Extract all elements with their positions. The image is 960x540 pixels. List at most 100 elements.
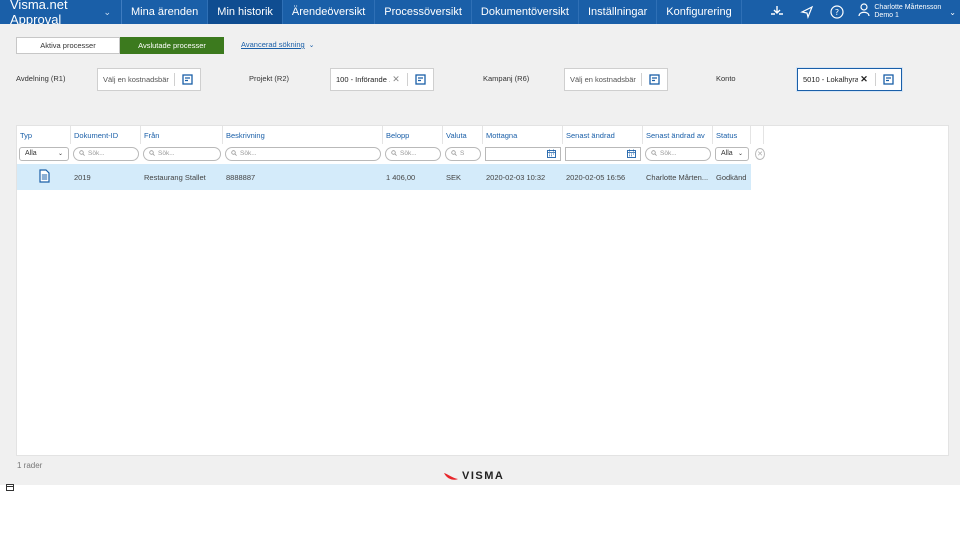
nav-processoversikt[interactable]: Processöversikt <box>375 0 472 24</box>
column-header-fran[interactable]: Från <box>141 126 223 144</box>
nav-min-historik[interactable]: Min historik <box>208 0 283 24</box>
clear-icon[interactable]: ✕ <box>390 74 402 85</box>
results-grid: Typ Dokument-ID Från Beskrivning Belopp … <box>16 125 949 456</box>
kampanj-label: Kampanj (R6) <box>483 74 530 83</box>
chevron-down-icon: ⌄ <box>949 7 956 17</box>
user-company: Demo 1 <box>874 12 899 19</box>
calendar-icon[interactable] <box>627 145 636 163</box>
calendar-icon[interactable] <box>547 145 556 163</box>
page-footer <box>0 485 960 540</box>
column-header-actions <box>751 126 764 144</box>
status-filter-select[interactable]: Alla ⌄ <box>715 146 749 161</box>
grid-header: Typ Dokument-ID Från Beskrivning Belopp … <box>17 126 764 144</box>
column-header-belopp[interactable]: Belopp <box>383 126 443 144</box>
completed-processes-button[interactable]: Avslutade processer <box>120 37 224 54</box>
picker-icon[interactable] <box>881 73 895 87</box>
picker-icon[interactable] <box>647 73 661 87</box>
mottagna-date-filter[interactable] <box>485 145 561 163</box>
fran-filter[interactable]: Sök... <box>143 146 221 161</box>
search-icon <box>451 149 457 158</box>
search-icon <box>149 149 155 158</box>
clear-filters-icon[interactable]: ✕ <box>755 147 765 160</box>
chevron-down-icon: ⌄ <box>103 6 111 17</box>
row-count: 1 rader <box>17 461 43 470</box>
row-belopp: 1 406,00 <box>386 172 416 182</box>
row-valuta: SEK <box>446 172 462 182</box>
dokument-id-filter[interactable]: Sök... <box>73 146 139 161</box>
clear-icon[interactable]: ✕ <box>858 74 870 85</box>
user-icon <box>858 2 870 22</box>
app-title: Visma.net Approval <box>10 0 68 27</box>
chevron-down-icon: ⌄ <box>57 151 63 157</box>
nav-dokumentoversikt[interactable]: Dokumentöversikt <box>472 0 579 24</box>
picker-icon[interactable] <box>180 73 194 87</box>
content-area: Aktiva processer Avslutade processer Ava… <box>0 24 960 485</box>
active-processes-button[interactable]: Aktiva processer <box>16 37 120 54</box>
advanced-search-link[interactable]: Avancerad sökning ⌄ <box>241 40 315 49</box>
user-menu[interactable]: Charlotte Mårtensson Demo 1 ⌄ <box>858 2 960 22</box>
visma-logo-icon <box>444 472 458 480</box>
app-switcher[interactable]: Visma.net Approval ⌄ <box>0 0 122 27</box>
senast-andrad-date-filter[interactable] <box>565 145 641 163</box>
projekt-field[interactable]: 100 - Införande ... ✕ <box>330 68 434 91</box>
avdelning-label: Avdelning (R1) <box>16 74 66 83</box>
row-dokument-id: 2019 <box>74 172 91 182</box>
senast-andrad-av-filter-placeholder: Sök... <box>660 150 677 157</box>
search-icon <box>231 149 237 158</box>
search-icon <box>79 149 85 158</box>
column-header-senast-andrad[interactable]: Senast ändrad <box>563 126 643 144</box>
column-header-senast-andrad-av[interactable]: Senast ändrad av <box>643 126 713 144</box>
beskrivning-filter[interactable]: Sök... <box>225 146 381 161</box>
table-row[interactable]: 2019 Restaurang Stallet 8888887 1 406,00… <box>17 164 751 190</box>
visma-logo: VISMA <box>443 470 504 482</box>
valuta-filter-placeholder: S <box>460 150 465 157</box>
konto-label: Konto <box>716 74 736 83</box>
kampanj-field[interactable]: Välj en kostnadsbärare <box>564 68 668 91</box>
search-icon <box>391 149 397 158</box>
nav-mina-arenden[interactable]: Mina ärenden <box>122 0 209 24</box>
status-filter-value: Alla <box>721 150 733 157</box>
row-status: Godkänd <box>716 172 747 182</box>
chevron-down-icon: ⌄ <box>308 42 315 49</box>
app-root: Visma.net Approval ⌄ Mina ärenden Min hi… <box>0 0 960 540</box>
senast-andrad-av-filter[interactable]: Sök... <box>645 146 711 161</box>
row-type-cell <box>17 164 71 190</box>
column-header-valuta[interactable]: Valuta <box>443 126 483 144</box>
column-header-mottagna[interactable]: Mottagna <box>483 126 563 144</box>
resize-grip-icon[interactable] <box>6 478 14 491</box>
row-beskrivning: 8888887 <box>226 172 256 182</box>
row-fran: Restaurang Stallet <box>144 172 206 182</box>
projekt-label: Projekt (R2) <box>249 74 290 83</box>
row-senast-andrad-av: Charlotte Mårten... <box>646 172 709 182</box>
dokument-id-filter-placeholder: Sök... <box>88 150 105 157</box>
avdelning-field[interactable]: Välj en kostnadsbärare <box>97 68 201 91</box>
nav-installningar[interactable]: Inställningar <box>579 0 658 24</box>
column-header-dokument-id[interactable]: Dokument-ID <box>71 126 141 144</box>
column-header-typ[interactable]: Typ <box>17 126 71 144</box>
row-senast-andrad: 2020-02-05 16:56 <box>566 172 626 182</box>
konto-field[interactable]: 5010 - Lokalhyra ✕ <box>797 68 902 91</box>
picker-icon[interactable] <box>413 73 427 87</box>
avdelning-placeholder: Välj en kostnadsbärare <box>103 75 169 84</box>
type-filter-value: Alla <box>25 150 37 157</box>
process-toggle: Aktiva processer Avslutade processer <box>16 37 224 54</box>
projekt-value: 100 - Införande ... <box>336 75 390 84</box>
nav-arendeoversikt[interactable]: Ärendeöversikt <box>283 0 376 24</box>
grid-filter-row: Alla ⌄ Sök... Sök... Sök... Sök... S Sök.… <box>17 144 767 163</box>
column-header-status[interactable]: Status <box>713 126 751 144</box>
help-icon[interactable]: ? <box>828 3 846 21</box>
column-header-beskrivning[interactable]: Beskrivning <box>223 126 383 144</box>
row-mottagna: 2020-02-03 10:32 <box>486 172 546 182</box>
search-icon <box>651 149 657 158</box>
nav-konfigurering[interactable]: Konfigurering <box>657 0 742 24</box>
belopp-filter[interactable]: Sök... <box>385 146 441 161</box>
send-icon[interactable] <box>798 3 816 21</box>
svg-text:?: ? <box>835 8 839 17</box>
document-icon[interactable] <box>38 169 50 185</box>
type-filter-select[interactable]: Alla ⌄ <box>19 146 69 161</box>
handoff-icon[interactable] <box>768 3 786 21</box>
beskrivning-filter-placeholder: Sök... <box>240 150 257 157</box>
fran-filter-placeholder: Sök... <box>158 150 175 157</box>
valuta-filter[interactable]: S <box>445 146 481 161</box>
top-right-tools: ? Charlotte Mårtensson Demo 1 ⌄ <box>762 0 960 24</box>
